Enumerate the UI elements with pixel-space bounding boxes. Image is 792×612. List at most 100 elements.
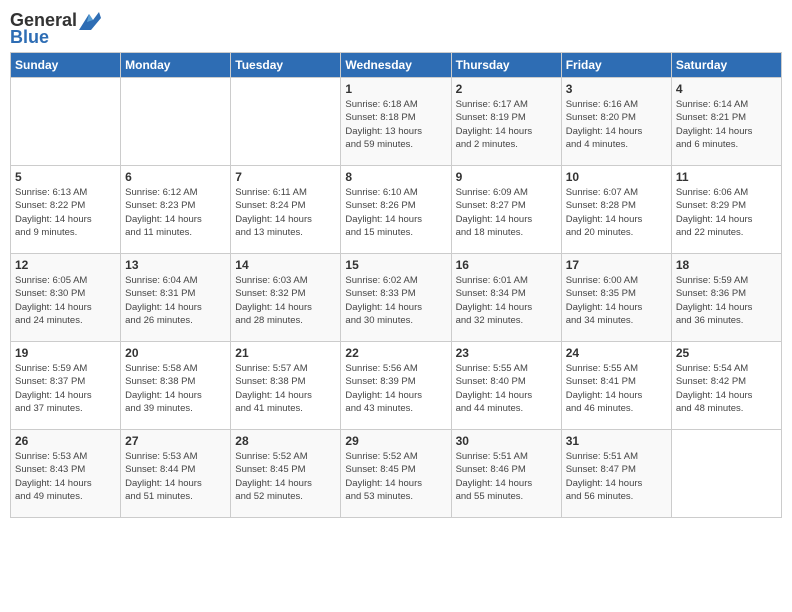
- calendar-week-row: 19 Sunrise: 5:59 AMSunset: 8:37 PMDayligh…: [11, 342, 782, 430]
- calendar-cell: 12 Sunrise: 6:05 AMSunset: 8:30 PMDayligh…: [11, 254, 121, 342]
- day-info: Sunrise: 6:05 AMSunset: 8:30 PMDaylight:…: [15, 274, 116, 327]
- day-number: 22: [345, 346, 446, 360]
- day-number: 30: [456, 434, 557, 448]
- day-info: Sunrise: 6:18 AMSunset: 8:18 PMDaylight:…: [345, 98, 446, 151]
- day-info: Sunrise: 5:59 AMSunset: 8:37 PMDaylight:…: [15, 362, 116, 415]
- calendar-cell: 4Sunrise: 6:14 AMSunset: 8:21 PMDaylight…: [671, 78, 781, 166]
- day-header-saturday: Saturday: [671, 53, 781, 78]
- day-header-sunday: Sunday: [11, 53, 121, 78]
- day-number: 31: [566, 434, 667, 448]
- day-number: 3: [566, 82, 667, 96]
- calendar-cell: 23 Sunrise: 5:55 AMSunset: 8:40 PMDayligh…: [451, 342, 561, 430]
- calendar-cell: [231, 78, 341, 166]
- day-number: 28: [235, 434, 336, 448]
- calendar-cell: 26 Sunrise: 5:53 AMSunset: 8:43 PMDayligh…: [11, 430, 121, 518]
- day-number: 27: [125, 434, 226, 448]
- calendar-cell: [671, 430, 781, 518]
- day-info: Sunrise: 6:00 AMSunset: 8:35 PMDaylight:…: [566, 274, 667, 327]
- day-info: Sunrise: 6:09 AMSunset: 8:27 PMDaylight:…: [456, 186, 557, 239]
- day-number: 11: [676, 170, 777, 184]
- calendar-cell: 5 Sunrise: 6:13 AMSunset: 8:22 PMDaylight…: [11, 166, 121, 254]
- day-info: Sunrise: 5:51 AMSunset: 8:47 PMDaylight:…: [566, 450, 667, 503]
- day-header-tuesday: Tuesday: [231, 53, 341, 78]
- day-info: Sunrise: 6:17 AMSunset: 8:19 PMDaylight:…: [456, 98, 557, 151]
- day-number: 9: [456, 170, 557, 184]
- calendar-cell: 1 Sunrise: 6:18 AMSunset: 8:18 PMDaylight…: [341, 78, 451, 166]
- day-number: 26: [15, 434, 116, 448]
- calendar-week-row: 1 Sunrise: 6:18 AMSunset: 8:18 PMDaylight…: [11, 78, 782, 166]
- calendar-cell: 10Sunrise: 6:07 AMSunset: 8:28 PMDayligh…: [561, 166, 671, 254]
- day-info: Sunrise: 5:53 AMSunset: 8:43 PMDaylight:…: [15, 450, 116, 503]
- day-number: 24: [566, 346, 667, 360]
- calendar-cell: 30 Sunrise: 5:51 AMSunset: 8:46 PMDayligh…: [451, 430, 561, 518]
- day-info: Sunrise: 5:52 AMSunset: 8:45 PMDaylight:…: [345, 450, 446, 503]
- calendar-cell: 18 Sunrise: 5:59 AMSunset: 8:36 PMDayligh…: [671, 254, 781, 342]
- day-header-friday: Friday: [561, 53, 671, 78]
- calendar-cell: 17 Sunrise: 6:00 AMSunset: 8:35 PMDayligh…: [561, 254, 671, 342]
- calendar-cell: 6 Sunrise: 6:12 AMSunset: 8:23 PMDaylight…: [121, 166, 231, 254]
- logo: General Blue: [10, 10, 101, 48]
- day-info: Sunrise: 5:51 AMSunset: 8:46 PMDaylight:…: [456, 450, 557, 503]
- calendar-cell: 7 Sunrise: 6:11 AMSunset: 8:24 PMDaylight…: [231, 166, 341, 254]
- day-info: Sunrise: 6:13 AMSunset: 8:22 PMDaylight:…: [15, 186, 116, 239]
- day-number: 6: [125, 170, 226, 184]
- page-header: General Blue: [10, 10, 782, 48]
- day-info: Sunrise: 5:56 AMSunset: 8:39 PMDaylight:…: [345, 362, 446, 415]
- day-header-monday: Monday: [121, 53, 231, 78]
- day-info: Sunrise: 5:58 AMSunset: 8:38 PMDaylight:…: [125, 362, 226, 415]
- day-info: Sunrise: 6:07 AMSunset: 8:28 PMDaylight:…: [566, 186, 667, 239]
- day-info: Sunrise: 6:01 AMSunset: 8:34 PMDaylight:…: [456, 274, 557, 327]
- calendar-cell: 11 Sunrise: 6:06 AMSunset: 8:29 PMDayligh…: [671, 166, 781, 254]
- day-info: Sunrise: 6:12 AMSunset: 8:23 PMDaylight:…: [125, 186, 226, 239]
- day-number: 7: [235, 170, 336, 184]
- calendar-week-row: 12 Sunrise: 6:05 AMSunset: 8:30 PMDayligh…: [11, 254, 782, 342]
- day-info: Sunrise: 6:11 AMSunset: 8:24 PMDaylight:…: [235, 186, 336, 239]
- day-number: 1: [345, 82, 446, 96]
- day-number: 15: [345, 258, 446, 272]
- day-number: 2: [456, 82, 557, 96]
- day-number: 8: [345, 170, 446, 184]
- calendar-cell: 2 Sunrise: 6:17 AMSunset: 8:19 PMDaylight…: [451, 78, 561, 166]
- calendar-week-row: 5 Sunrise: 6:13 AMSunset: 8:22 PMDaylight…: [11, 166, 782, 254]
- day-number: 5: [15, 170, 116, 184]
- calendar-cell: 28 Sunrise: 5:52 AMSunset: 8:45 PMDayligh…: [231, 430, 341, 518]
- day-info: Sunrise: 5:59 AMSunset: 8:36 PMDaylight:…: [676, 274, 777, 327]
- day-info: Sunrise: 5:55 AMSunset: 8:41 PMDaylight:…: [566, 362, 667, 415]
- day-number: 25: [676, 346, 777, 360]
- day-number: 23: [456, 346, 557, 360]
- calendar-cell: [11, 78, 121, 166]
- day-number: 29: [345, 434, 446, 448]
- day-info: Sunrise: 6:03 AMSunset: 8:32 PMDaylight:…: [235, 274, 336, 327]
- logo-bird-icon: [79, 12, 101, 30]
- calendar-cell: [121, 78, 231, 166]
- day-info: Sunrise: 5:55 AMSunset: 8:40 PMDaylight:…: [456, 362, 557, 415]
- calendar-cell: 9 Sunrise: 6:09 AMSunset: 8:27 PMDaylight…: [451, 166, 561, 254]
- calendar-table: SundayMondayTuesdayWednesdayThursdayFrid…: [10, 52, 782, 518]
- day-number: 12: [15, 258, 116, 272]
- day-info: Sunrise: 5:54 AMSunset: 8:42 PMDaylight:…: [676, 362, 777, 415]
- day-info: Sunrise: 6:06 AMSunset: 8:29 PMDaylight:…: [676, 186, 777, 239]
- day-info: Sunrise: 5:53 AMSunset: 8:44 PMDaylight:…: [125, 450, 226, 503]
- day-number: 21: [235, 346, 336, 360]
- calendar-cell: 16Sunrise: 6:01 AMSunset: 8:34 PMDayligh…: [451, 254, 561, 342]
- day-number: 18: [676, 258, 777, 272]
- day-number: 19: [15, 346, 116, 360]
- calendar-cell: 29 Sunrise: 5:52 AMSunset: 8:45 PMDayligh…: [341, 430, 451, 518]
- day-number: 14: [235, 258, 336, 272]
- calendar-cell: 3 Sunrise: 6:16 AMSunset: 8:20 PMDaylight…: [561, 78, 671, 166]
- calendar-cell: 21Sunrise: 5:57 AMSunset: 8:38 PMDayligh…: [231, 342, 341, 430]
- day-header-thursday: Thursday: [451, 53, 561, 78]
- day-info: Sunrise: 6:16 AMSunset: 8:20 PMDaylight:…: [566, 98, 667, 151]
- calendar-cell: 19 Sunrise: 5:59 AMSunset: 8:37 PMDayligh…: [11, 342, 121, 430]
- day-info: Sunrise: 6:10 AMSunset: 8:26 PMDaylight:…: [345, 186, 446, 239]
- day-number: 17: [566, 258, 667, 272]
- calendar-cell: 20Sunrise: 5:58 AMSunset: 8:38 PMDayligh…: [121, 342, 231, 430]
- day-info: Sunrise: 5:52 AMSunset: 8:45 PMDaylight:…: [235, 450, 336, 503]
- calendar-cell: 14 Sunrise: 6:03 AMSunset: 8:32 PMDayligh…: [231, 254, 341, 342]
- calendar-cell: 25 Sunrise: 5:54 AMSunset: 8:42 PMDayligh…: [671, 342, 781, 430]
- calendar-cell: 24 Sunrise: 5:55 AMSunset: 8:41 PMDayligh…: [561, 342, 671, 430]
- day-info: Sunrise: 6:02 AMSunset: 8:33 PMDaylight:…: [345, 274, 446, 327]
- calendar-header-row: SundayMondayTuesdayWednesdayThursdayFrid…: [11, 53, 782, 78]
- calendar-week-row: 26 Sunrise: 5:53 AMSunset: 8:43 PMDayligh…: [11, 430, 782, 518]
- day-header-wednesday: Wednesday: [341, 53, 451, 78]
